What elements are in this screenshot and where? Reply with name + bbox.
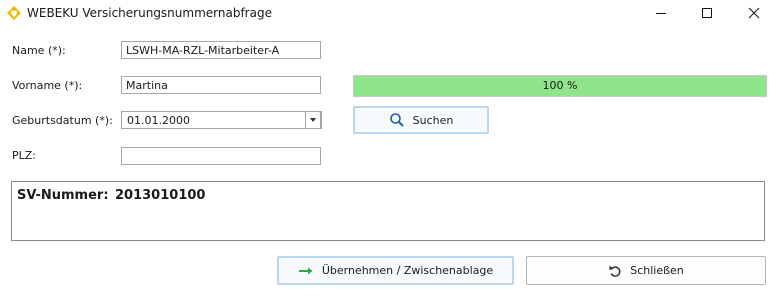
apply-button-label: Übernehmen / Zwischenablage — [321, 264, 494, 277]
progress-bar: 100 % — [353, 75, 767, 97]
search-icon — [389, 113, 404, 127]
close-icon — [748, 7, 760, 19]
sv-number-label: SV-Nummer: — [17, 188, 109, 203]
geburtsdatum-picker[interactable]: 01.01.2000 — [121, 111, 322, 129]
close-window-button[interactable] — [731, 0, 777, 26]
name-label: Name (*): — [12, 44, 66, 57]
close-button[interactable]: Schließen — [526, 256, 766, 285]
name-field[interactable]: LSWH-MA-RZL-Mitarbeiter-A — [121, 41, 321, 59]
minimize-icon — [656, 13, 666, 14]
plz-label: PLZ: — [12, 149, 37, 162]
geburtsdatum-value: 01.01.2000 — [127, 114, 190, 127]
chevron-down-icon[interactable] — [305, 112, 321, 128]
geburtsdatum-label: Geburtsdatum (*): — [12, 114, 113, 127]
maximize-icon — [702, 8, 712, 18]
arrow-right-icon — [298, 267, 313, 274]
search-button-label: Suchen — [412, 113, 454, 127]
result-box: SV-Nummer: 2013010100 — [11, 181, 765, 241]
plz-field[interactable] — [121, 147, 321, 165]
window-title: WEBEKU Versicherungsnummernabfrage — [27, 6, 272, 20]
maximize-button[interactable] — [684, 0, 730, 26]
search-button[interactable]: Suchen — [353, 106, 489, 134]
vorname-label: Vorname (*): — [12, 79, 83, 92]
apply-clipboard-button[interactable]: Übernehmen / Zwischenablage — [277, 256, 514, 285]
sv-number-value: 2013010100 — [115, 188, 206, 203]
undo-icon — [609, 265, 621, 277]
close-button-label: Schließen — [630, 264, 684, 277]
minimize-button[interactable] — [638, 0, 684, 26]
title-bar: WEBEKU Versicherungsnummernabfrage — [0, 0, 777, 28]
progress-text: 100 % — [542, 79, 578, 92]
heart-diamond-icon — [6, 5, 22, 21]
vorname-field[interactable]: Martina — [121, 76, 321, 94]
